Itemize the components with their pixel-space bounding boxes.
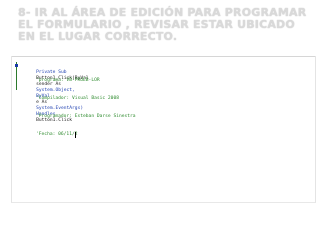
- type-system-object: System.Object,: [36, 88, 75, 93]
- comment-line-fecha[interactable]: 'Fecha: 06/11/2: [36, 132, 78, 138]
- editor-top-divider: [12, 56, 315, 57]
- comment-line-programa[interactable]: 'programa: VB-PRUEB-LOR: [36, 78, 100, 84]
- comment-line-compilador[interactable]: 'Compilador: Visual Basic 2008: [36, 96, 119, 102]
- type-eventargs: System.EventArgs): [36, 106, 84, 111]
- slide-title: 8- IR AL ÁREA DE EDICIÓN PARA PROGRAMAR …: [18, 6, 307, 43]
- text-caret: [75, 132, 76, 138]
- keyword-private-sub: Private Sub: [36, 70, 67, 75]
- comment-line-programador[interactable]: 'Programador: Esteban Darse Sinestra: [36, 114, 136, 120]
- breakpoint-marker-icon: [15, 64, 18, 67]
- code-editor-screenshot: Private Sub Button1_Click(ByVal sender A…: [11, 56, 316, 203]
